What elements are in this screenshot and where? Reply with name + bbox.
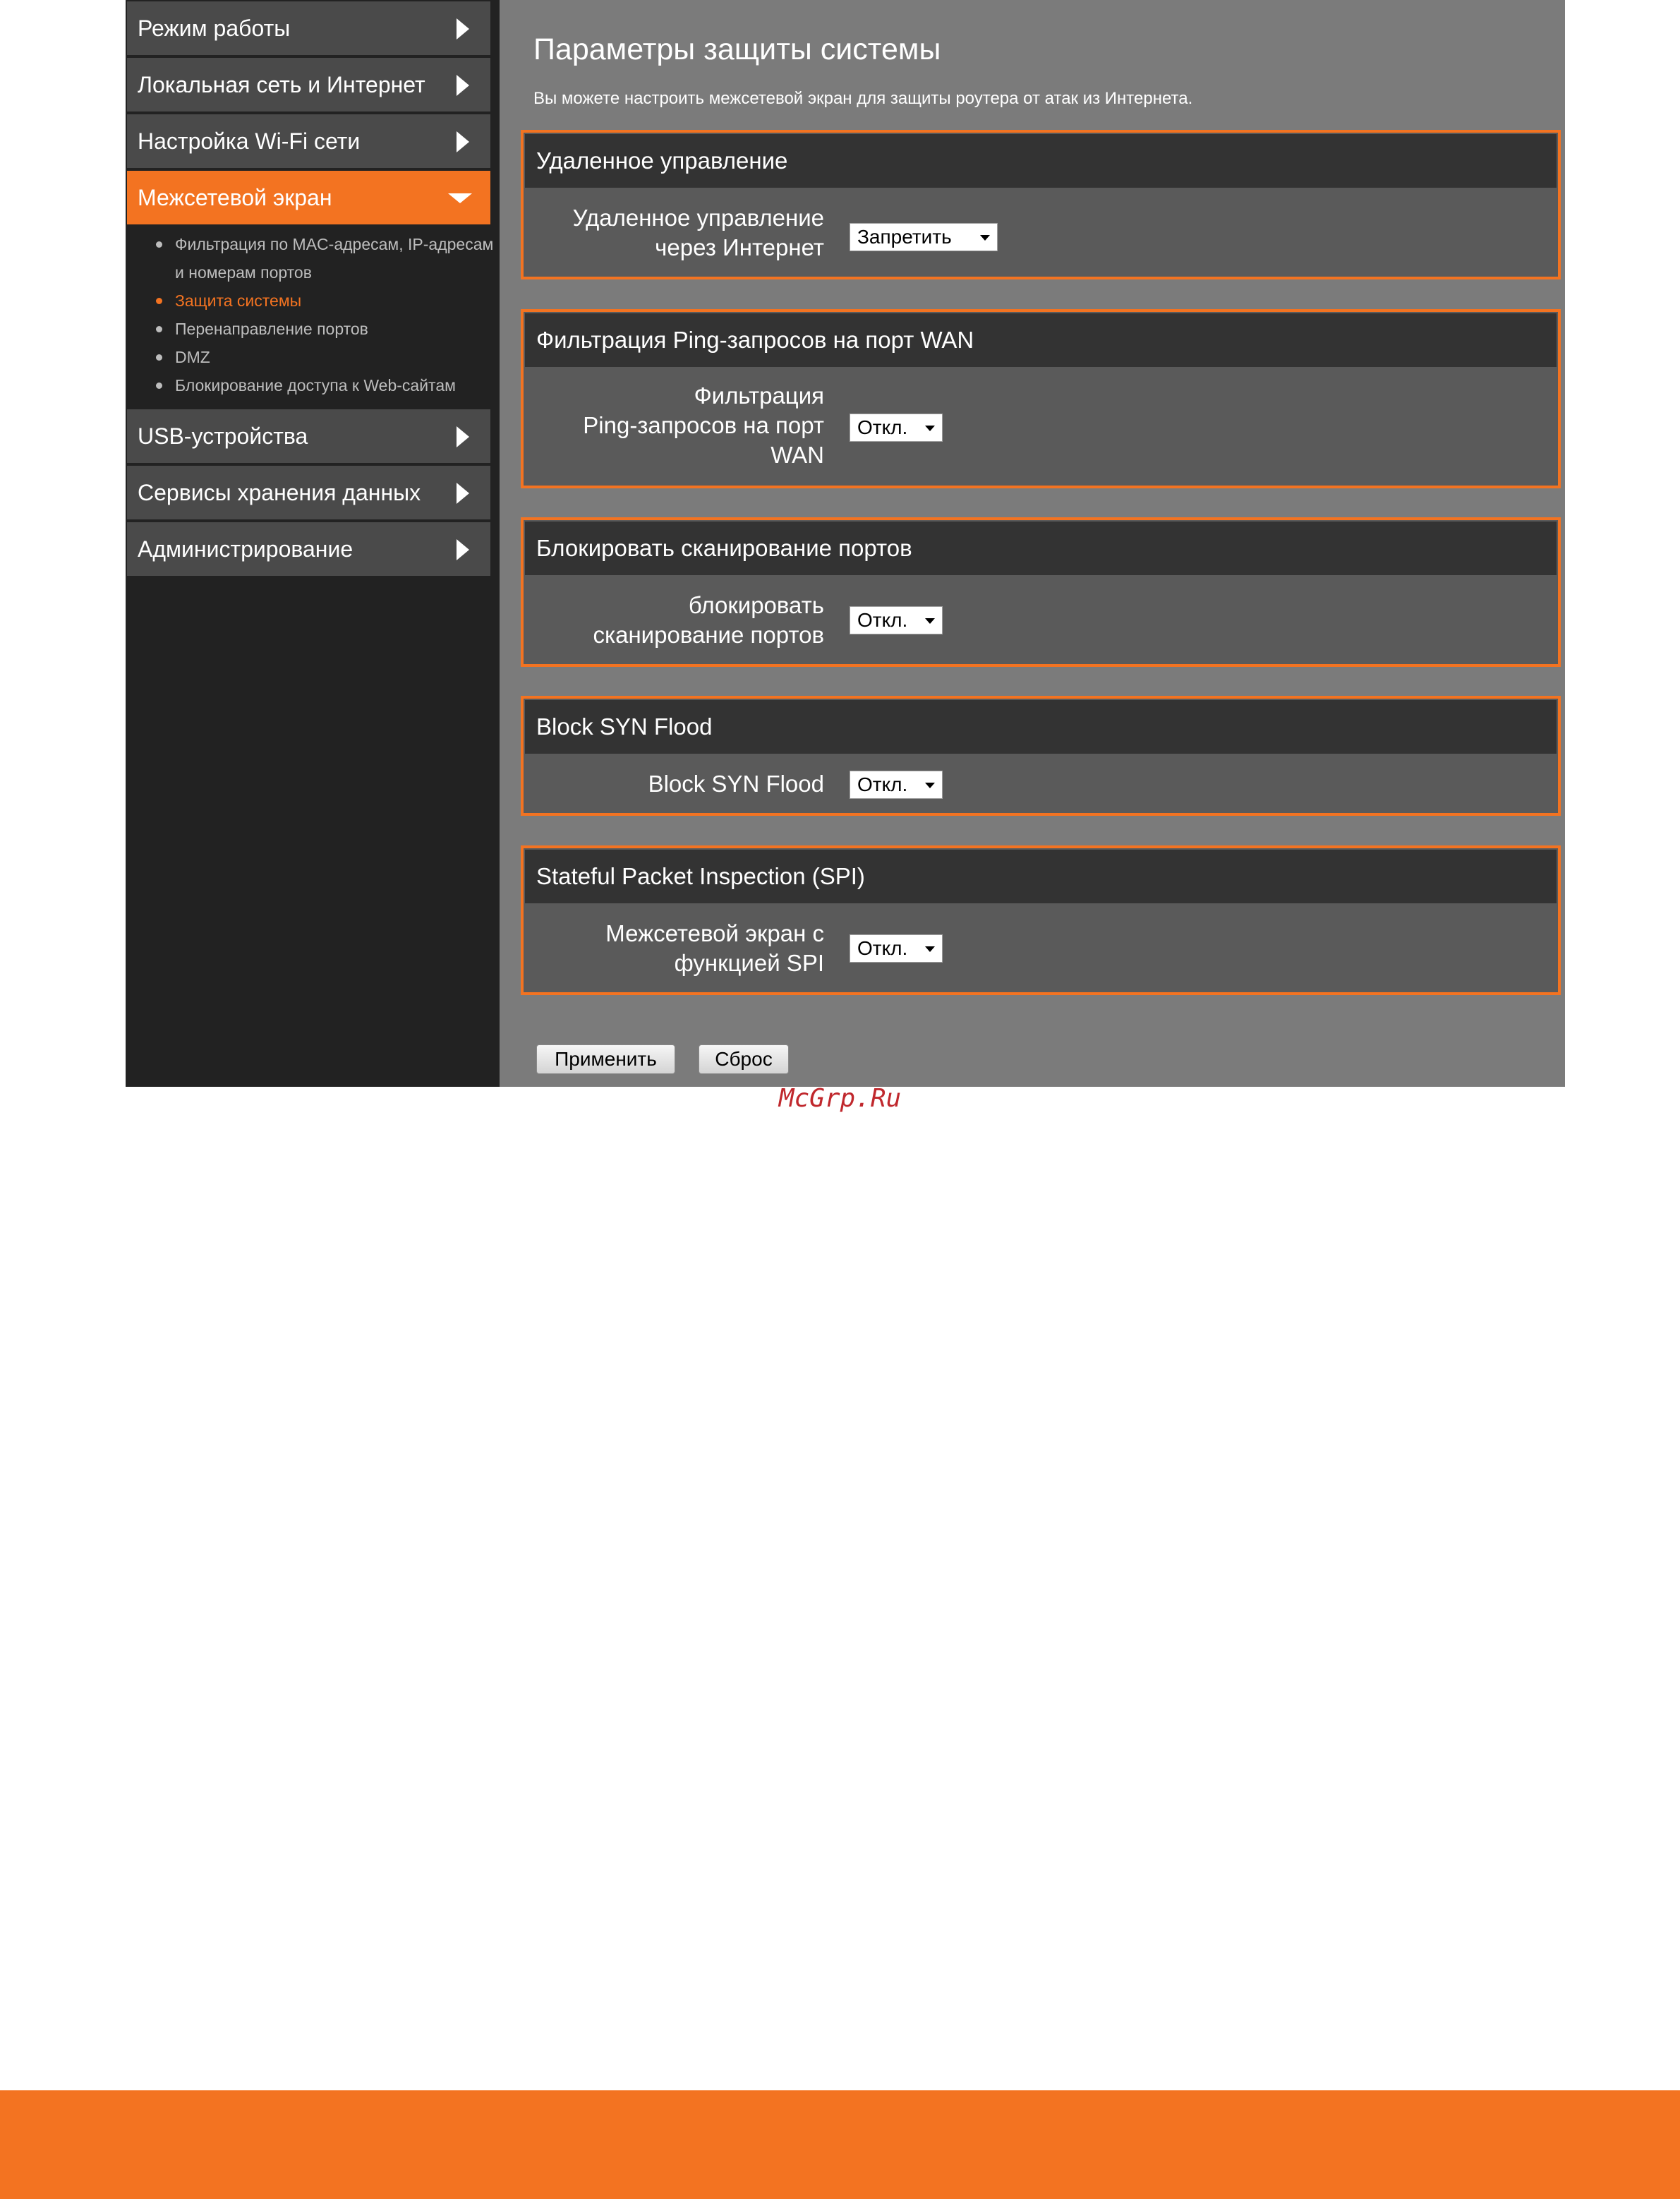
panel-remote-management: Удаленное управление Удаленное управлени…: [521, 130, 1561, 279]
reset-button[interactable]: Сброс: [699, 1044, 789, 1074]
subnav-item-system-protection[interactable]: Защита системы: [126, 287, 500, 315]
field-label: Фильтрация Ping-запросов на порт WAN: [583, 382, 824, 468]
bullet-icon: [156, 298, 162, 304]
field-label: Межсетевой экран с функцией SPI: [605, 920, 824, 976]
subnav-item-dmz[interactable]: DMZ: [126, 343, 500, 371]
dropdown-caret-icon: [925, 783, 935, 788]
nav-item-label: Режим работы: [138, 16, 291, 41]
main-content: Параметры защиты системы Вы можете настр…: [500, 0, 1565, 1087]
nav-item-firewall[interactable]: Межсетевой экран: [127, 171, 490, 224]
dropdown-caret-icon: [925, 946, 935, 952]
spi-select[interactable]: Откл.: [850, 934, 943, 963]
nav-item-label: Настройка Wi-Fi сети: [138, 128, 361, 154]
nav-item-label: Сервисы хранения данных: [138, 480, 421, 505]
arrow-right-icon: [457, 18, 469, 40]
ping-filter-select[interactable]: Откл.: [850, 414, 943, 442]
nav-item-storage[interactable]: Сервисы хранения данных: [127, 466, 490, 519]
bullet-icon: [156, 241, 162, 248]
nav-item-label: Администрирование: [138, 536, 353, 562]
nav-item-label: USB-устройства: [138, 423, 308, 449]
remote-management-select[interactable]: Запретить: [850, 223, 998, 251]
arrow-right-icon: [457, 483, 469, 504]
panel-header: Block SYN Flood: [525, 700, 1557, 754]
nav-item-admin[interactable]: Администрирование: [127, 522, 490, 576]
syn-flood-select[interactable]: Откл.: [850, 771, 943, 799]
bullet-icon: [156, 326, 162, 332]
arrow-down-icon: [448, 193, 472, 203]
arrow-right-icon: [457, 426, 469, 447]
footer-band: [0, 2090, 1680, 2199]
apply-button[interactable]: Применить: [536, 1044, 675, 1074]
panel-header: Удаленное управление: [525, 134, 1557, 188]
dropdown-caret-icon: [925, 618, 935, 624]
nav-item-label: Локальная сеть и Интернет: [138, 72, 425, 97]
panel-ping-filter: Фильтрация Ping-запросов на порт WAN Фил…: [521, 309, 1561, 488]
arrow-right-icon: [457, 539, 469, 560]
bullet-icon: [156, 354, 162, 361]
field-label: блокировать сканирование портов: [593, 592, 824, 648]
sidebar: Режим работы Локальная сеть и Интернет Н…: [126, 0, 500, 1087]
panel-header: Блокировать сканирование портов: [525, 522, 1557, 575]
page-title: Параметры защиты системы: [533, 32, 941, 66]
firewall-subnav: Фильтрация по MAC-адресам, IP-адресам и …: [126, 230, 500, 399]
subnav-item-web-block[interactable]: Блокирование доступа к Web-сайтам: [126, 371, 500, 399]
port-scan-block-select[interactable]: Откл.: [850, 606, 943, 634]
dropdown-caret-icon: [925, 426, 935, 431]
subnav-item-port-forwarding[interactable]: Перенаправление портов: [126, 315, 500, 343]
nav-item-operation-mode[interactable]: Режим работы: [127, 1, 490, 55]
nav-item-usb[interactable]: USB-устройства: [127, 409, 490, 463]
panel-header: Stateful Packet Inspection (SPI): [525, 850, 1557, 903]
field-label: Удаленное управление через Интернет: [572, 205, 824, 260]
arrow-right-icon: [457, 75, 469, 96]
arrow-right-icon: [457, 131, 469, 152]
field-label: Block SYN Flood: [648, 771, 824, 797]
bullet-icon: [156, 382, 162, 389]
nav-item-label: Межсетевой экран: [138, 185, 332, 210]
panel-spi: Stateful Packet Inspection (SPI) Межсете…: [521, 845, 1561, 995]
dropdown-caret-icon: [980, 235, 990, 241]
nav-item-lan-internet[interactable]: Локальная сеть и Интернет: [127, 58, 490, 112]
subnav-item-mac-ip-filter-cont[interactable]: и номерам портов: [126, 258, 500, 287]
page-description: Вы можете настроить межсетевой экран для…: [533, 89, 1193, 108]
panel-syn-flood: Block SYN Flood Block SYN Flood Откл.: [521, 696, 1561, 816]
watermark: McGrp.Ru: [778, 1084, 902, 1113]
panel-port-scan-block: Блокировать сканирование портов блокиров…: [521, 517, 1561, 667]
subnav-item-mac-ip-filter[interactable]: Фильтрация по MAC-адресам, IP-адресам: [126, 230, 500, 258]
panel-header: Фильтрация Ping-запросов на порт WAN: [525, 313, 1557, 367]
nav-item-wifi[interactable]: Настройка Wi-Fi сети: [127, 114, 490, 168]
